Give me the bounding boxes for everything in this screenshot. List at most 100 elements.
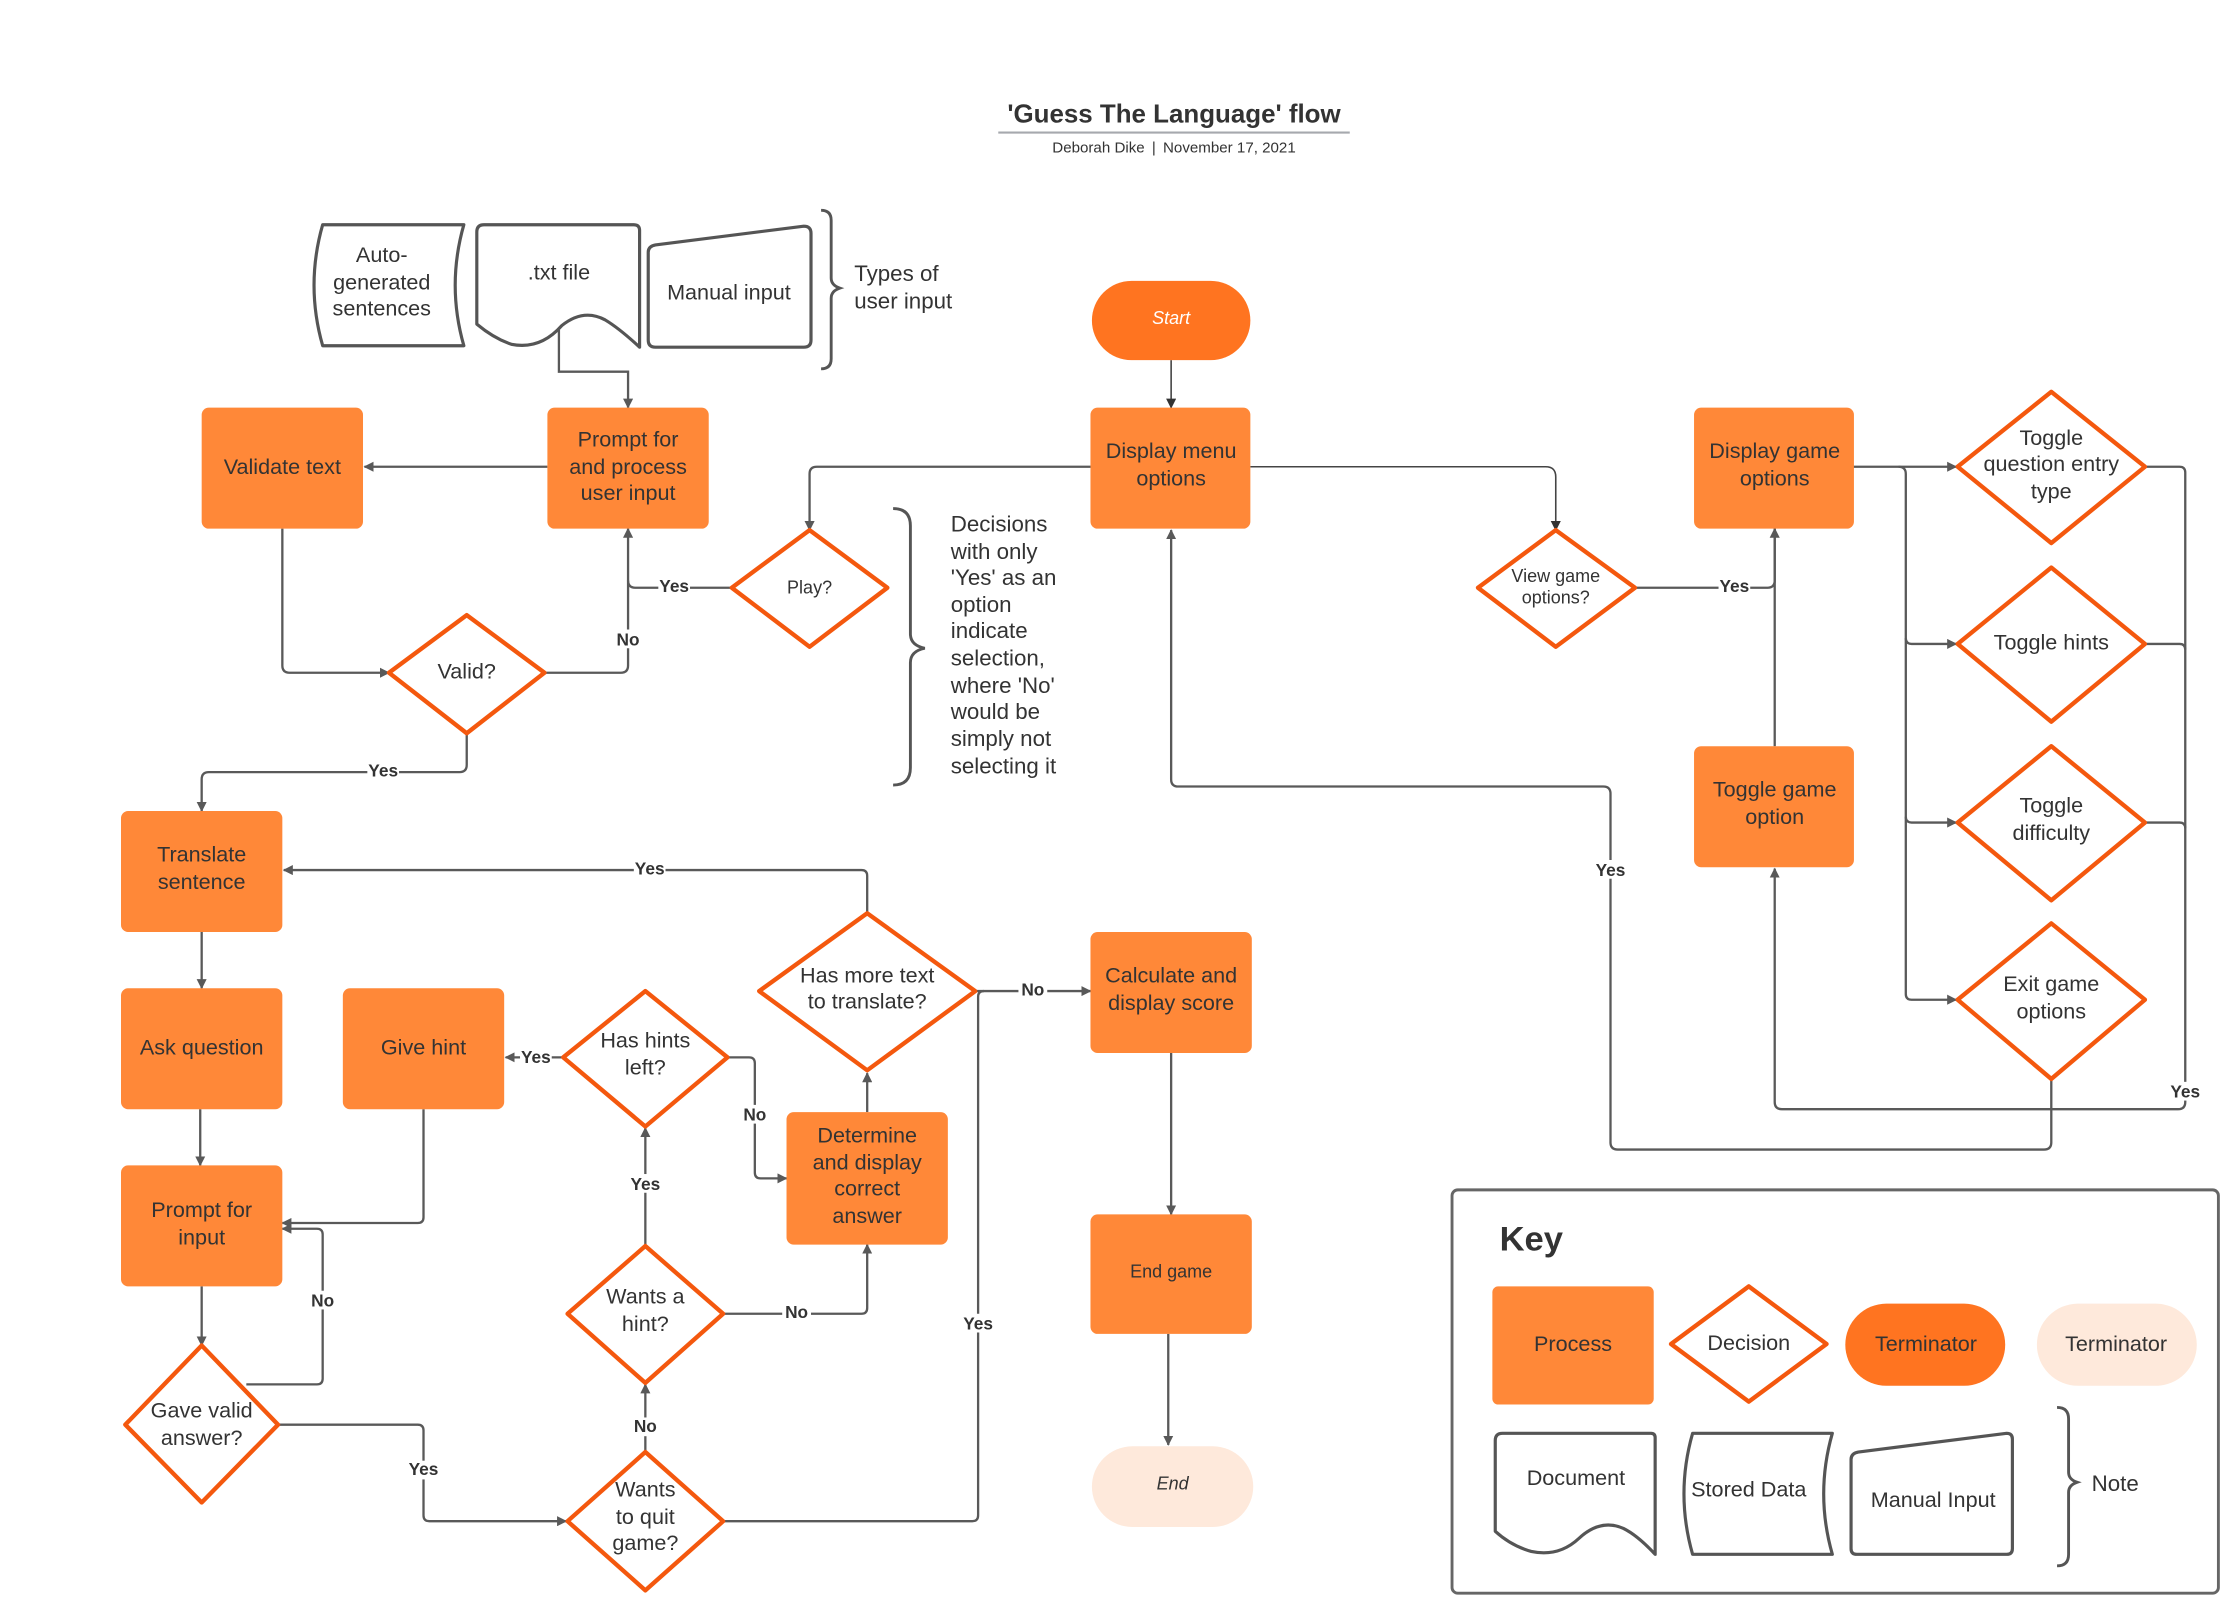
svg-text:and process: and process: [569, 454, 687, 479]
decision-has-hints-left[interactable]: Has hints left?: [561, 988, 730, 1129]
svg-text:difficulty: difficulty: [2012, 820, 2090, 845]
start-terminator[interactable]: Start: [1091, 280, 1251, 361]
decision-wants-a-hint[interactable]: Wants a hint?: [565, 1243, 726, 1386]
svg-text:question entry: question entry: [1983, 451, 2119, 476]
process-give-hint[interactable]: Give hint: [342, 988, 505, 1110]
svg-text:game?: game?: [612, 1530, 678, 1555]
legend-manual-input: Manual Input: [1849, 1431, 2014, 1556]
legend-terminator-dark: Terminator: [1845, 1303, 2006, 1386]
edge-gameopts-to-toggle-hints: [1904, 638, 1958, 649]
decision-has-more-text[interactable]: Has more text to translate?: [756, 911, 978, 1073]
svg-text:Toggle: Toggle: [2019, 425, 2083, 450]
process-prompt-and-process-user-input[interactable]: Prompt for and process user input: [547, 407, 709, 529]
svg-text:Start: Start: [1152, 308, 1191, 328]
edge-quit-yes-to-score: [723, 989, 984, 1523]
process-determine-correct-answer[interactable]: Determine and display correct answer: [786, 1112, 948, 1245]
svg-text:and display: and display: [813, 1150, 922, 1175]
process-calculate-display-score[interactable]: Calculate and display score: [1090, 932, 1252, 1054]
svg-text:Display menu: Display menu: [1106, 438, 1237, 463]
label-hintsleft-yes: Yes: [521, 1047, 551, 1067]
process-validate-text[interactable]: Validate text: [201, 407, 364, 529]
legend-terminator-light: Terminator: [2036, 1303, 2197, 1386]
edge-valid-yes-to-translate: [196, 733, 468, 813]
process-toggle-game-option[interactable]: Toggle game option: [1694, 746, 1854, 868]
svg-text:Document: Document: [1527, 1465, 1625, 1490]
svg-text:Decisions: Decisions: [951, 512, 1048, 537]
svg-text:Validate text: Validate text: [224, 454, 341, 479]
svg-text:selection,: selection,: [951, 646, 1045, 671]
label-hintsleft-no: No: [743, 1105, 766, 1125]
process-display-menu-options[interactable]: Display menu options: [1090, 407, 1251, 529]
svg-text:End: End: [1157, 1474, 1190, 1494]
label-quit-yes: Yes: [963, 1314, 993, 1334]
svg-text:answer?: answer?: [161, 1425, 243, 1450]
svg-text:Give hint: Give hint: [381, 1034, 466, 1059]
edge-toggle-difficulty-merge: [2144, 821, 2187, 829]
svg-text:Types of: Types of: [854, 261, 939, 286]
svg-text:sentence: sentence: [158, 869, 246, 894]
label-quit-no: No: [634, 1416, 657, 1436]
decision-play[interactable]: Play?: [729, 527, 890, 649]
svg-text:Valid?: Valid?: [438, 658, 496, 683]
legend-key: Key Process Decision Terminator Terminat…: [1450, 1188, 2220, 1595]
svg-text:options?: options?: [1522, 588, 1590, 608]
brace-icon: [893, 507, 926, 787]
svg-text:Stored Data: Stored Data: [1691, 1477, 1807, 1502]
label-gavevalid-yes: Yes: [409, 1459, 439, 1479]
edge-givehint-to-prompt-input: [281, 1109, 425, 1229]
svg-text:Prompt for: Prompt for: [151, 1197, 252, 1222]
svg-text:user input: user input: [581, 480, 676, 505]
decision-toggle-difficulty[interactable]: Toggle difficulty: [1955, 744, 2148, 903]
svg-text:to translate?: to translate?: [808, 988, 927, 1013]
flowchart-canvas: 'Guess The Language' flow Deborah Dike | N…: [121, 100, 2220, 1595]
svg-text:indicate: indicate: [951, 618, 1028, 643]
svg-text:left?: left?: [625, 1055, 666, 1080]
decision-toggle-question-entry-type[interactable]: Toggle question entry type: [1955, 389, 2148, 546]
label-toggles-yes: Yes: [2170, 1082, 2200, 1102]
manual-input-shape[interactable]: Manual input: [646, 224, 813, 349]
process-display-game-options[interactable]: Display game options: [1694, 407, 1854, 529]
legend-process: Process: [1492, 1286, 1654, 1405]
svg-text:sentences: sentences: [333, 295, 432, 320]
process-end-game[interactable]: End game: [1090, 1214, 1252, 1334]
svg-text:Has more text: Has more text: [800, 962, 934, 987]
decision-valid[interactable]: Valid?: [386, 612, 547, 736]
edge-valid-no-to-prompt: [544, 527, 634, 674]
svg-text:user input: user input: [854, 288, 953, 313]
label-moretext-no: No: [1021, 979, 1044, 999]
edge-gameopts-fanout: [1898, 465, 1958, 1005]
svg-text:options: options: [1740, 465, 1810, 490]
decision-wants-to-quit-game[interactable]: Wants to quit game?: [565, 1449, 726, 1593]
svg-text:Determine: Determine: [817, 1122, 917, 1147]
svg-text:simply not: simply not: [951, 726, 1052, 751]
document-shape-txt-file[interactable]: .txt file: [475, 223, 642, 349]
svg-text:display score: display score: [1108, 990, 1234, 1015]
svg-text:where 'No': where 'No': [950, 673, 1055, 698]
svg-text:Display game: Display game: [1709, 438, 1840, 463]
svg-text:Exit game: Exit game: [2003, 971, 2099, 996]
svg-text:End game: End game: [1130, 1262, 1212, 1282]
decision-view-game-options[interactable]: View game options?: [1475, 527, 1638, 649]
end-terminator[interactable]: End: [1091, 1446, 1254, 1527]
edge-gameopts-to-toggle-difficulty: [1904, 816, 1958, 828]
svg-text:correct: correct: [834, 1176, 900, 1201]
decision-toggle-hints[interactable]: Toggle hints: [1955, 565, 2148, 724]
process-ask-question[interactable]: Ask question: [121, 988, 283, 1110]
edge-txt-to-prompt: [557, 329, 634, 409]
svg-text:type: type: [2031, 478, 2072, 503]
decision-exit-game-options[interactable]: Exit game options: [1955, 921, 2148, 1082]
decision-gave-valid-answer[interactable]: Gave valid answer?: [123, 1343, 281, 1505]
svg-text:would be: would be: [950, 699, 1040, 724]
edge-viewopts-yes-to-gameopts: [1634, 527, 1780, 589]
svg-text:Ask question: Ask question: [140, 1034, 264, 1059]
svg-text:Wants: Wants: [615, 1477, 676, 1502]
legend-stored-data: Stored Data: [1682, 1431, 1834, 1556]
svg-text:Auto-: Auto-: [356, 242, 408, 267]
svg-text:options: options: [2016, 998, 2086, 1023]
svg-text:Translate: Translate: [157, 841, 246, 866]
process-translate-sentence[interactable]: Translate sentence: [121, 811, 283, 933]
svg-text:.txt file: .txt file: [528, 259, 590, 284]
process-prompt-for-input[interactable]: Prompt for input: [121, 1165, 283, 1287]
svg-text:Manual input: Manual input: [667, 280, 791, 305]
stored-data-shape[interactable]: Auto- generated sentences: [312, 223, 466, 348]
